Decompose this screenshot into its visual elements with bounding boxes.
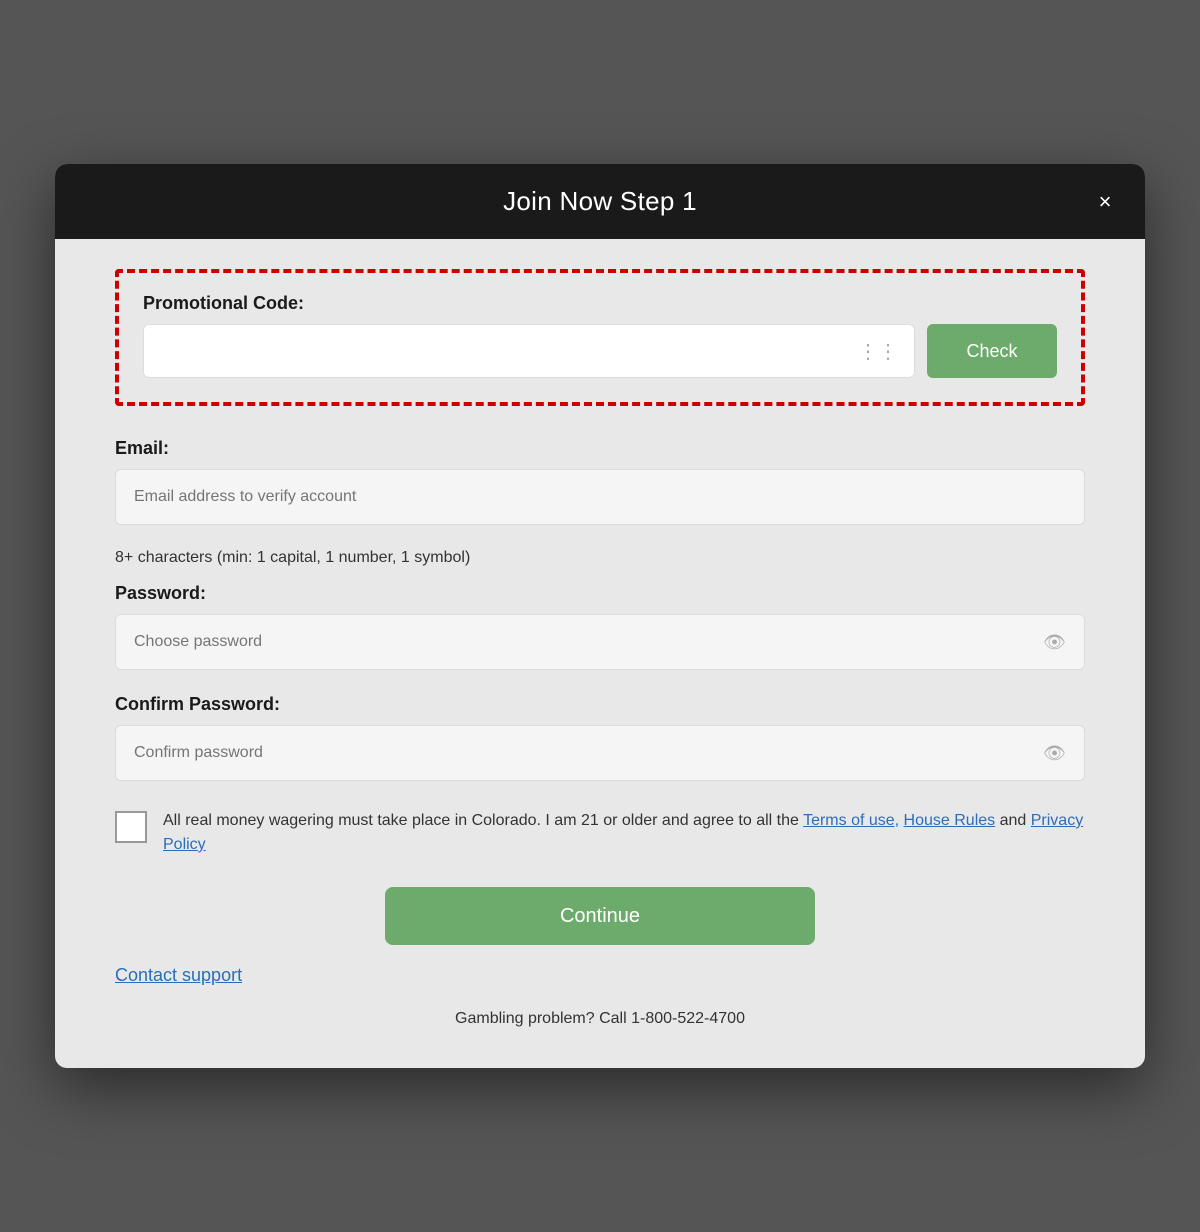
- gambling-notice: Gambling problem? Call 1-800-522-4700: [115, 1010, 1085, 1028]
- confirm-password-input[interactable]: [134, 744, 1043, 762]
- password-input-wrapper: 👁: [115, 614, 1085, 670]
- promo-label: Promotional Code:: [143, 293, 1057, 314]
- password-input[interactable]: [134, 633, 1043, 651]
- house-rules-link[interactable]: House Rules: [904, 812, 996, 829]
- checkbox-text-before: All real money wagering must take place …: [163, 812, 803, 829]
- password-section: Password: 👁: [115, 583, 1085, 670]
- continue-button[interactable]: Continue: [385, 887, 815, 945]
- promo-icon: ⋮⋮: [858, 339, 898, 364]
- confirm-password-input-wrapper: 👁: [115, 725, 1085, 781]
- confirm-eye-icon[interactable]: 👁: [1043, 743, 1066, 764]
- modal: Join Now Step 1 × Promotional Code: ⋮⋮ C…: [55, 164, 1145, 1068]
- checkbox-text-middle: and: [995, 812, 1031, 829]
- modal-overlay: Join Now Step 1 × Promotional Code: ⋮⋮ C…: [55, 164, 1145, 1068]
- modal-header: Join Now Step 1 ×: [55, 164, 1145, 239]
- contact-support-link[interactable]: Contact support: [115, 965, 242, 986]
- promo-input[interactable]: [160, 342, 850, 360]
- confirm-password-label: Confirm Password:: [115, 694, 1085, 715]
- password-hint: 8+ characters (min: 1 capital, 1 number,…: [115, 549, 1085, 567]
- email-input[interactable]: [134, 488, 1066, 506]
- checkbox-text: All real money wagering must take place …: [163, 809, 1085, 857]
- promo-input-wrapper: ⋮⋮: [143, 324, 915, 378]
- promo-row: ⋮⋮ Check: [143, 324, 1057, 378]
- email-input-wrapper: [115, 469, 1085, 525]
- promo-section: Promotional Code: ⋮⋮ Check: [115, 269, 1085, 406]
- email-label: Email:: [115, 438, 1085, 459]
- password-label: Password:: [115, 583, 1085, 604]
- close-button[interactable]: ×: [1089, 186, 1121, 218]
- agree-checkbox[interactable]: [115, 811, 147, 843]
- check-button[interactable]: Check: [927, 324, 1057, 378]
- confirm-password-section: Confirm Password: 👁: [115, 694, 1085, 781]
- checkbox-section: All real money wagering must take place …: [115, 809, 1085, 857]
- terms-link[interactable]: Terms of use,: [803, 812, 899, 829]
- email-section: Email:: [115, 438, 1085, 525]
- eye-icon[interactable]: 👁: [1043, 632, 1066, 653]
- modal-body: Promotional Code: ⋮⋮ Check Email: 8+ cha…: [55, 239, 1145, 1068]
- modal-title: Join Now Step 1: [503, 186, 697, 217]
